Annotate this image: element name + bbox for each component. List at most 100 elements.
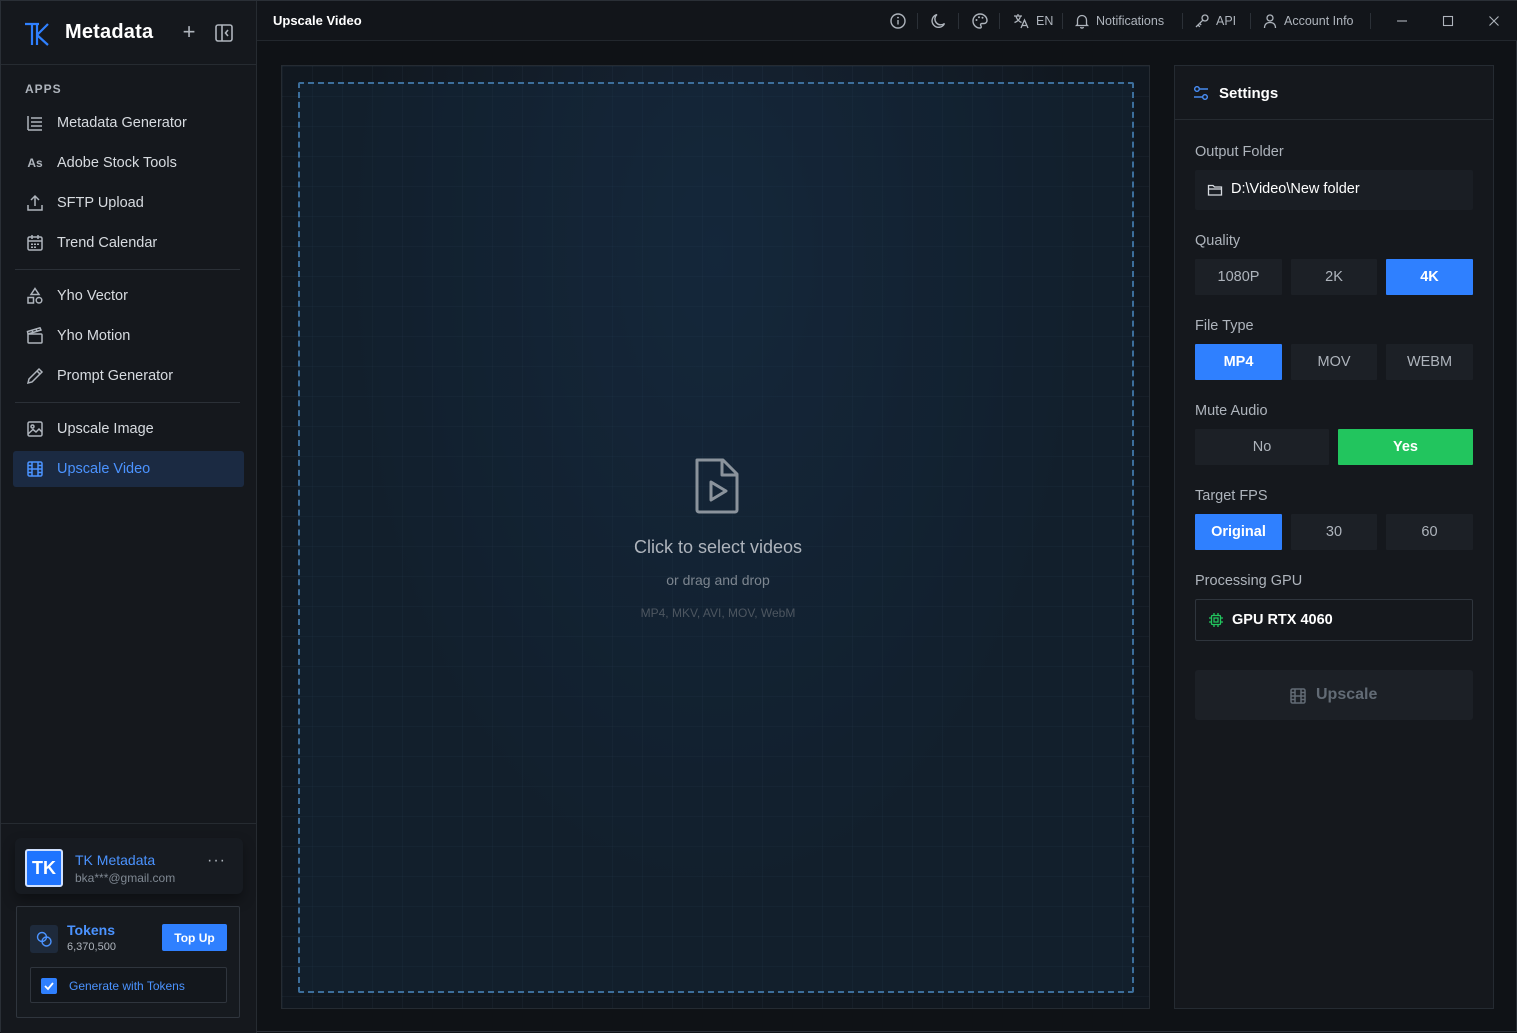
minimize-window-button[interactable] [1395,11,1409,31]
close-icon [1489,16,1499,26]
sidebar-item-upscale-video[interactable]: Upscale Video [13,451,244,487]
language-button[interactable]: EN [1012,11,1053,31]
titlebar-divider [1370,13,1371,29]
titlebar-divider [999,13,1000,29]
settings-header: Settings [1175,66,1493,120]
new-tab-button[interactable]: + [179,21,199,43]
page-title: Upscale Video [273,13,362,28]
quality-option-1080p[interactable]: 1080P [1195,259,1282,295]
tokens-count: 6,370,500 [67,941,116,953]
adobe-stock-icon: As [27,156,43,170]
file-type-label: File Type [1195,318,1254,334]
api-label: API [1216,14,1237,28]
quality-option-2k[interactable]: 2K [1291,259,1377,295]
mute-audio-label: Mute Audio [1195,403,1268,419]
user-email: bka***@gmail.com [75,871,176,885]
calendar-icon [25,234,45,252]
title-bar: Upscale Video EN Notifications API Accou… [257,1,1517,41]
translate-icon [1014,14,1029,29]
logo-icon [25,22,49,46]
output-folder-value: D:\Video\New folder [1231,181,1360,197]
shapes-icon [25,287,45,305]
info-button[interactable] [889,11,907,31]
fps-option-60[interactable]: 60 [1386,514,1473,550]
pencil-icon [25,367,45,385]
gpu-selector[interactable]: GPU RTX 4060 [1195,599,1473,641]
target-fps-label: Target FPS [1195,488,1268,504]
dropzone-title: Click to select videos [633,537,803,557]
generate-with-tokens-label: Generate with Tokens [69,979,185,993]
upload-icon [25,194,45,212]
list-icon [25,114,45,132]
fps-option-original[interactable]: Original [1195,514,1282,550]
sidebar-item-sftp-upload[interactable]: SFTP Upload [13,185,244,221]
notifications-button[interactable]: Notifications [1074,11,1164,31]
folder-icon [1207,184,1223,196]
user-name: TK Metadata [75,852,156,868]
sidebar-item-adobe-stock-tools[interactable]: As Adobe Stock Tools [13,145,244,181]
sidebar-item-trend-calendar[interactable]: Trend Calendar [13,225,244,261]
quality-option-4k[interactable]: 4K [1386,259,1473,295]
titlebar-divider [1182,13,1183,29]
quality-label: Quality [1195,233,1241,249]
gpu-value: GPU RTX 4060 [1232,612,1333,628]
account-info-button[interactable]: Account Info [1262,11,1354,31]
checkbox-checked-icon [41,978,57,994]
sidebar-item-label: Upscale Video [57,461,151,477]
maximize-icon [1442,15,1454,27]
file-type-option-webm[interactable]: WEBM [1386,344,1473,380]
tokens-label: Tokens [67,922,115,938]
settings-panel: Settings Output Folder D:\Video\New fold… [1174,65,1494,1009]
sidebar-item-label: Upscale Image [57,421,154,437]
video-file-icon [695,458,739,514]
brand-header: Metadata + [1,1,257,65]
file-type-option-mov[interactable]: MOV [1291,344,1377,380]
close-window-button[interactable] [1487,11,1501,31]
sidebar-item-label: Metadata Generator [57,115,187,131]
dropzone-subtitle: or drag and drop [666,572,770,588]
mute-audio-option-yes[interactable]: Yes [1338,429,1473,465]
film-icon [1290,688,1306,704]
sidebar-item-upscale-image[interactable]: Upscale Image [13,411,244,447]
output-folder-picker[interactable]: D:\Video\New folder [1195,170,1473,210]
user-icon [1263,14,1277,29]
palette-button[interactable] [971,11,989,31]
processing-gpu-label: Processing GPU [1195,573,1303,589]
titlebar-divider [958,13,959,29]
sidebar: Metadata + APPS Metadata Generator As Ad… [1,1,257,1033]
account-info-label: Account Info [1284,14,1354,28]
main-content: Click to select videos or drag and drop … [281,65,1150,1009]
titlebar-divider [1062,13,1063,29]
theme-toggle-button[interactable] [930,11,948,31]
upscale-button[interactable]: Upscale [1195,670,1473,720]
generate-with-tokens-checkbox[interactable]: Generate with Tokens [30,967,227,1003]
tokens-panel: Tokens 6,370,500 Top Up Generate with To… [16,906,240,1018]
api-button[interactable]: API [1194,11,1236,31]
palette-icon [972,13,988,29]
file-type-option-mp4[interactable]: MP4 [1195,344,1282,380]
sidebar-item-prompt-generator[interactable]: Prompt Generator [13,358,244,394]
sidebar-item-label: Trend Calendar [57,235,158,251]
fps-option-30[interactable]: 30 [1291,514,1377,550]
user-card[interactable]: TK TK Metadata bka***@gmail.com ··· [15,838,243,894]
top-up-button[interactable]: Top Up [162,924,227,951]
cpu-chip-icon [1209,613,1223,627]
sidebar-item-label: Yho Vector [57,288,128,304]
sidebar-item-yho-vector[interactable]: Yho Vector [13,278,244,314]
upscale-button-label: Upscale [1316,686,1378,703]
image-icon [25,420,45,438]
collapse-sidebar-icon[interactable] [214,23,234,43]
sidebar-item-yho-motion[interactable]: Yho Motion [13,318,244,354]
mute-audio-option-no[interactable]: No [1195,429,1329,465]
sidebar-footer: TK TK Metadata bka***@gmail.com ··· Toke… [1,823,257,1033]
sidebar-item-metadata-generator[interactable]: Metadata Generator [13,105,244,141]
app-window: Metadata + APPS Metadata Generator As Ad… [0,0,1517,1033]
sidebar-item-label: Yho Motion [57,328,131,344]
moon-icon [931,13,946,28]
video-dropzone[interactable]: Click to select videos or drag and drop … [298,82,1134,993]
maximize-window-button[interactable] [1441,11,1455,31]
coins-icon [30,925,58,953]
minimize-icon [1397,20,1407,22]
clapperboard-icon [25,327,45,345]
more-options-icon[interactable]: ··· [207,852,226,870]
